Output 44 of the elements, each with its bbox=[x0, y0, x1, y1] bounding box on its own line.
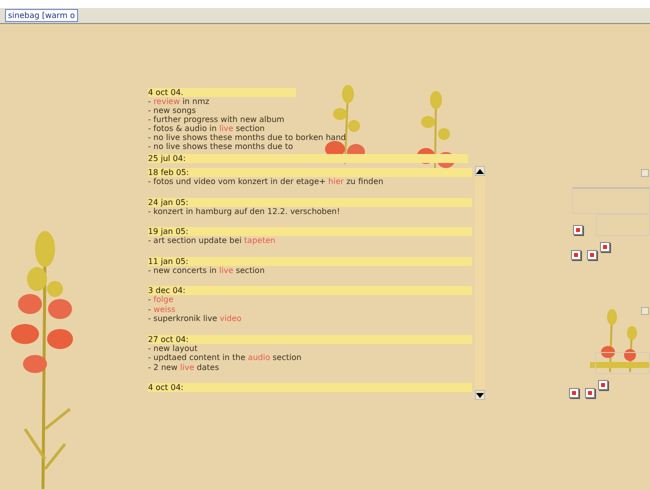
news-line: - new songs bbox=[148, 106, 197, 115]
news-link[interactable]: folge bbox=[153, 295, 174, 304]
news-link[interactable]: live bbox=[180, 362, 194, 372]
news-link[interactable]: review bbox=[153, 97, 180, 106]
news-line: - fotos & audio in live section bbox=[148, 124, 266, 133]
news-line: - no live shows these months due to bbox=[148, 142, 294, 151]
news-line: - 2 new live dates bbox=[148, 362, 220, 372]
news-date: 19 jan 05: bbox=[148, 227, 472, 236]
news-link[interactable]: weiss bbox=[153, 304, 176, 314]
scroll-up-icon[interactable] bbox=[475, 166, 485, 176]
news-line: - weiss bbox=[148, 304, 176, 314]
flower-drawing bbox=[590, 307, 650, 372]
news-line: - folge bbox=[148, 295, 174, 304]
news-line: - konzert in hamburg auf den 12.2. verschoben! bbox=[148, 206, 341, 216]
scrollbar[interactable] bbox=[475, 166, 485, 400]
news-line: - art section update bei tapeten bbox=[148, 236, 276, 246]
square-icon bbox=[641, 169, 649, 177]
frame-outline bbox=[595, 352, 650, 374]
scroll-down-icon[interactable] bbox=[475, 390, 485, 400]
news-link[interactable]: live bbox=[219, 124, 234, 133]
news-line: - new layout bbox=[148, 344, 198, 353]
news-link[interactable]: live bbox=[219, 266, 234, 274]
news-date: 4 oct 04. bbox=[148, 88, 296, 97]
square-icon bbox=[641, 307, 649, 315]
news-link[interactable]: hier bbox=[328, 177, 344, 186]
news-line: - no live shows these months due to borken hand bbox=[148, 133, 347, 142]
news-link[interactable]: tapeten bbox=[244, 236, 276, 245]
news-date: 24 jan 05: bbox=[148, 198, 472, 206]
news-line: - further progress with new album bbox=[148, 115, 286, 124]
news-date: 27 oct 04: bbox=[148, 334, 472, 344]
news-date: 4 oct 04: bbox=[148, 383, 472, 392]
news-date: 25 jul 04: bbox=[148, 154, 468, 163]
news-line: - updtaed content in the audio section bbox=[148, 353, 302, 362]
news-line: - fotos und video vom konzert in der etage+ hier zu finden bbox=[148, 177, 384, 186]
news-date: 11 jan 05: bbox=[148, 256, 472, 266]
news-link[interactable]: video bbox=[220, 314, 242, 323]
news-link[interactable]: audio bbox=[248, 353, 270, 362]
news-line: - superkronik live video bbox=[148, 314, 243, 324]
news-date: 3 dec 04: bbox=[148, 286, 472, 295]
broken-image-icon bbox=[573, 225, 583, 235]
news-line: - review in nmz bbox=[148, 97, 210, 106]
news-line: - new concerts in live section bbox=[148, 266, 266, 275]
news-date: 18 feb 05: bbox=[148, 168, 472, 177]
page-tab[interactable]: sinebag [warm o bbox=[5, 9, 78, 22]
